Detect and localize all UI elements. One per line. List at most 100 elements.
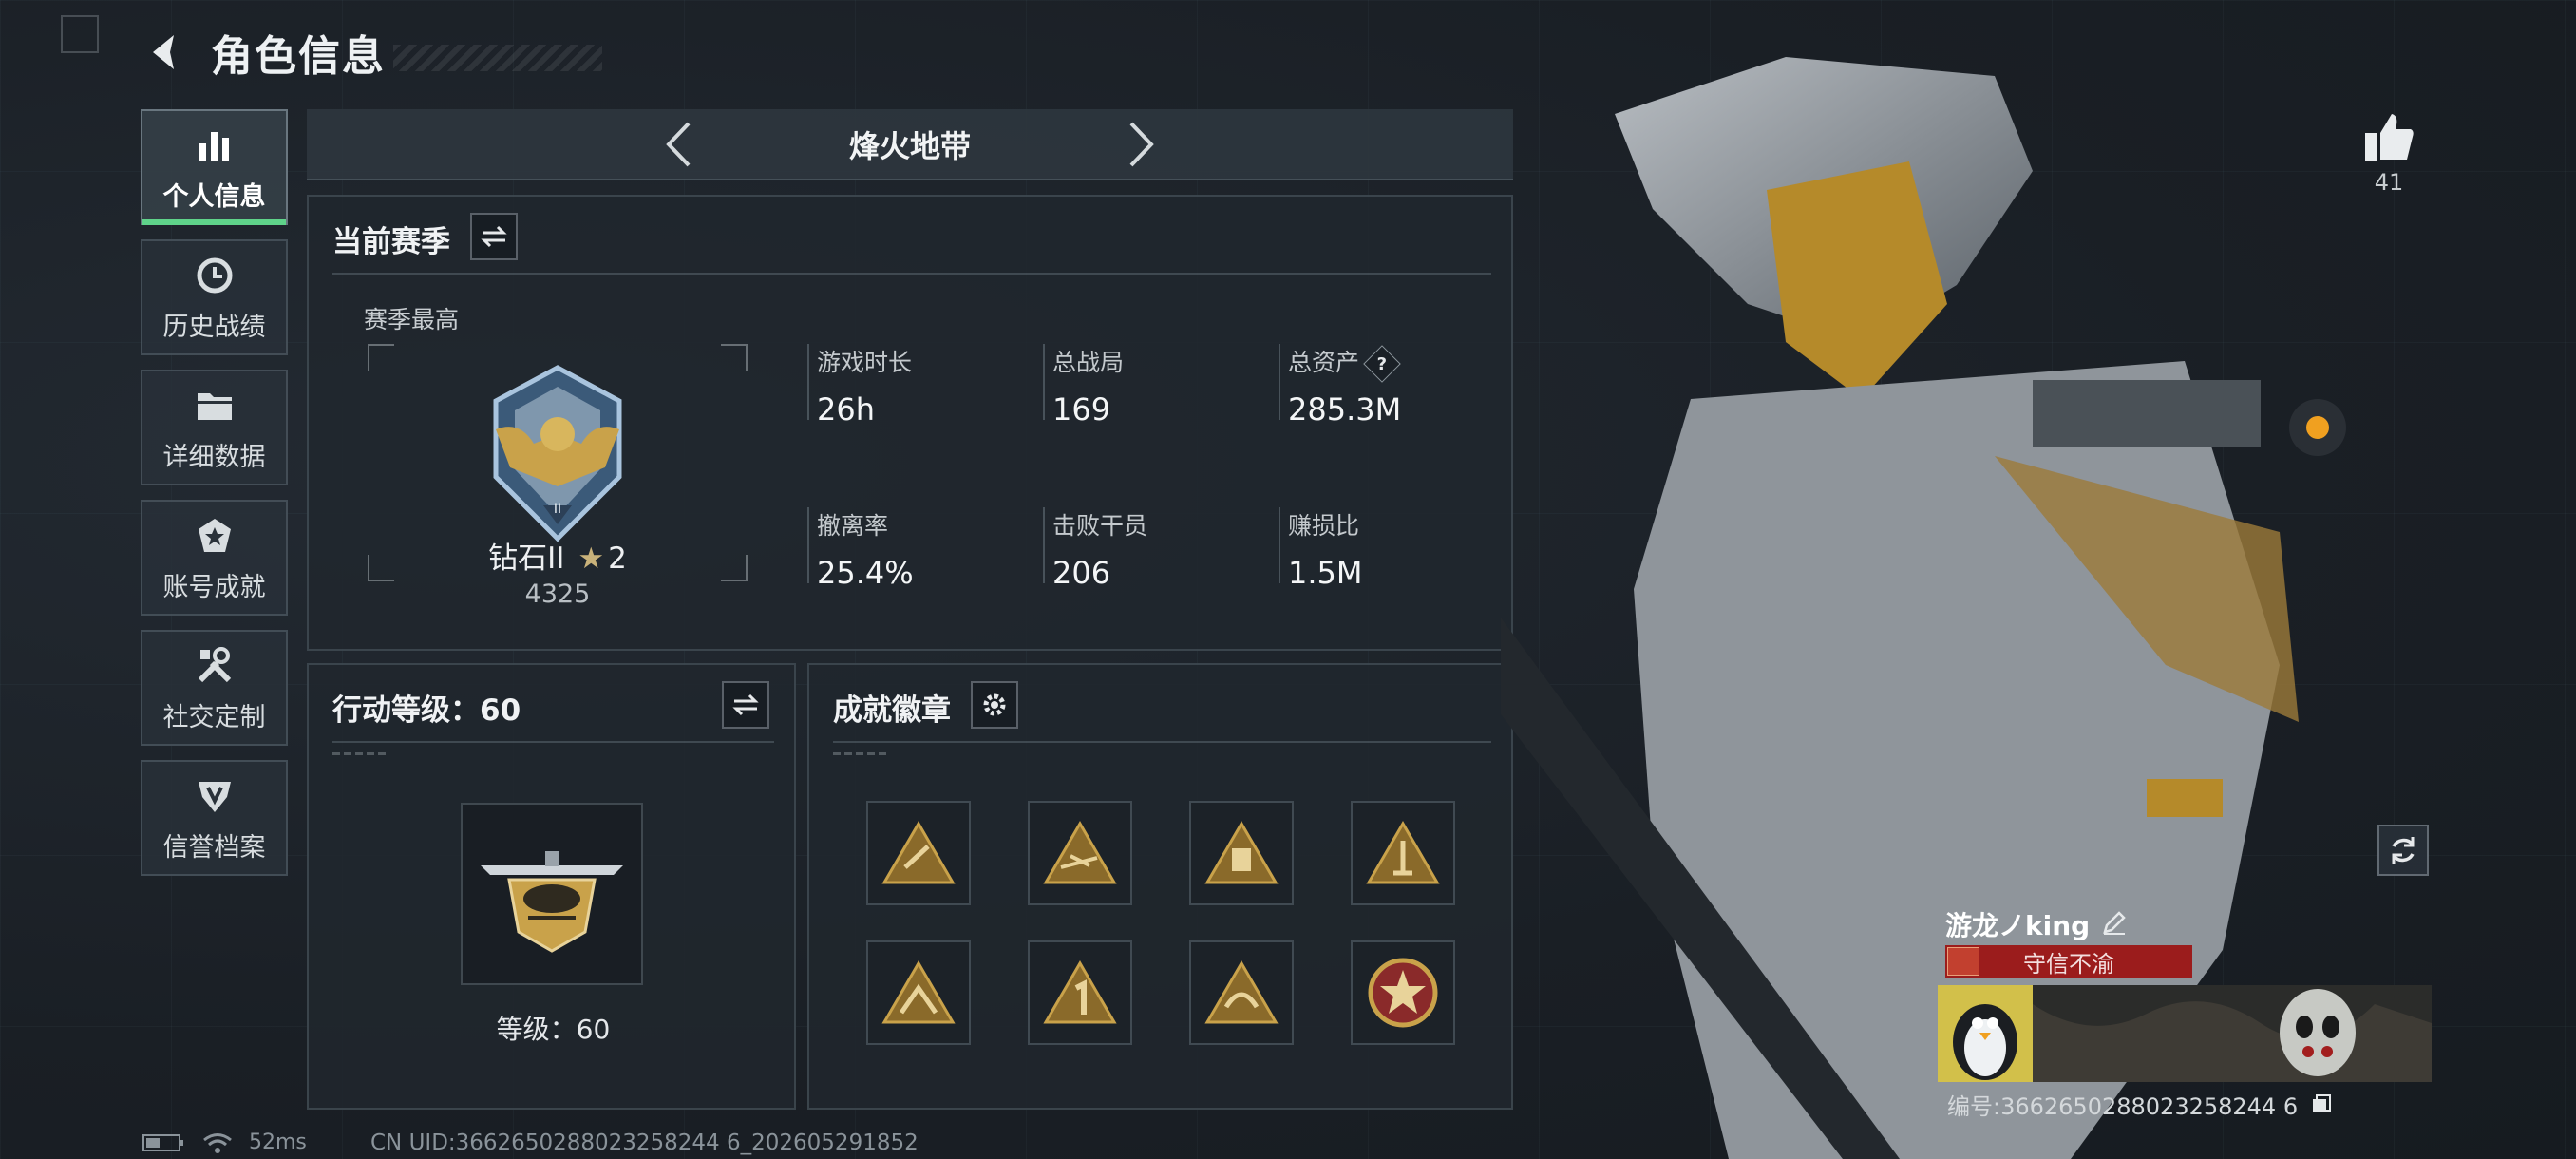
level-label: 等级：60 xyxy=(496,1014,611,1045)
copy-icon xyxy=(2312,1094,2331,1112)
stat-value: 285.3M xyxy=(1288,391,1402,428)
avatar-penguin-icon xyxy=(1938,985,2033,1082)
frame-corner xyxy=(368,344,394,370)
rank-stars: 2 xyxy=(608,542,627,576)
swap-arrows-icon xyxy=(732,694,759,716)
achievement-badge[interactable] xyxy=(1351,801,1455,905)
back-arrow-icon xyxy=(153,35,174,69)
folder-icon xyxy=(195,383,235,428)
sidebar: 个人信息 历史战绩 详细数据 账号成就 社交定制 信誉档案 xyxy=(141,109,288,890)
player-banner[interactable] xyxy=(1938,985,2432,1082)
achievement-badge[interactable] xyxy=(1028,801,1132,905)
thumbs-up-icon xyxy=(2365,114,2414,162)
stat-separator xyxy=(807,507,809,583)
sidebar-item-reputation[interactable]: 信誉档案 xyxy=(141,760,288,876)
wifi-icon xyxy=(203,1132,232,1153)
like-count: 41 xyxy=(2374,169,2404,196)
like-button[interactable] xyxy=(2356,104,2422,171)
player-id-text: 编号:3662650288023258244 6 xyxy=(1947,1093,2299,1120)
title-stripe-decoration xyxy=(393,45,602,71)
dash-decoration xyxy=(332,752,389,755)
star-medal-icon xyxy=(1368,958,1438,1028)
mode-prev-button[interactable] xyxy=(650,116,707,173)
achievement-badge[interactable] xyxy=(1189,940,1294,1045)
sidebar-item-details[interactable]: 详细数据 xyxy=(141,370,288,485)
stat-play-time: 游戏时长 26h xyxy=(807,344,913,428)
stat-value: 169 xyxy=(1052,391,1111,428)
tools-icon xyxy=(195,643,235,689)
help-icon[interactable]: ? xyxy=(1363,345,1401,383)
edit-name-button[interactable] xyxy=(2101,909,2128,940)
swap-arrows-icon xyxy=(481,225,507,248)
action-level-divider xyxy=(332,741,774,743)
mode-next-button[interactable] xyxy=(1113,116,1170,173)
season-panel: 当前赛季 赛季最高 II 钻石II ★ 2 4325 游戏时长 26h 总战局 1… xyxy=(307,195,1513,651)
achievement-badge[interactable] xyxy=(866,801,971,905)
rank-name-row: 钻石II ★ 2 xyxy=(368,534,748,577)
stat-separator xyxy=(1279,507,1280,583)
copy-id-button[interactable] xyxy=(2311,1093,2332,1120)
season-switch-button[interactable] xyxy=(470,213,518,260)
stat-label: 总资产? xyxy=(1288,344,1401,383)
stat-label: 总战局 xyxy=(1052,349,1125,376)
stat-separator xyxy=(1043,507,1045,583)
triangle-badge-icon xyxy=(1043,960,1117,1024)
triangle-badge-icon xyxy=(1366,821,1440,884)
achievement-badge[interactable] xyxy=(1028,940,1132,1045)
stat-extraction-rate: 撤离率 25.4% xyxy=(807,507,914,591)
svg-text:II: II xyxy=(554,502,561,517)
achievement-badge[interactable] xyxy=(1351,940,1455,1045)
achievements-title: 成就徽章 xyxy=(833,694,951,728)
stat-separator xyxy=(1043,344,1045,420)
bar-chart-icon xyxy=(196,123,234,168)
star-icon: ★ xyxy=(578,542,605,576)
pencil-icon xyxy=(2103,911,2126,935)
action-level-panel: 行动等级：60 等级：60 xyxy=(307,663,796,1110)
action-level-switch-button[interactable] xyxy=(722,681,769,729)
stat-profit-loss: 赚损比 1.5M xyxy=(1279,507,1363,591)
page-title: 角色信息 xyxy=(211,32,386,81)
stat-separator xyxy=(1279,344,1280,420)
diamond-rank-emblem-icon: II xyxy=(493,365,622,542)
sidebar-item-label: 历史战绩 xyxy=(162,312,266,342)
stat-label: 撤离率 xyxy=(817,512,889,540)
sidebar-item-social[interactable]: 社交定制 xyxy=(141,630,288,746)
achievement-star-icon xyxy=(195,513,235,559)
page-header: 角色信息 xyxy=(142,24,602,81)
sidebar-item-profile[interactable]: 个人信息 xyxy=(141,109,288,225)
sidebar-item-achievements[interactable]: 账号成就 xyxy=(141,500,288,616)
refresh-button[interactable] xyxy=(2377,825,2429,876)
back-button[interactable] xyxy=(142,28,190,76)
chevron-left-icon xyxy=(666,122,691,166)
banner-art-icon xyxy=(2033,985,2432,1082)
stat-value: 206 xyxy=(1052,555,1111,591)
triangle-badge-icon xyxy=(1204,821,1279,884)
rank-name: 钻石II xyxy=(488,542,565,576)
refresh-icon xyxy=(2392,837,2415,864)
status-bar: 52ms xyxy=(142,1130,307,1154)
achievements-divider xyxy=(833,741,1491,743)
season-divider xyxy=(332,273,1491,275)
achievement-badge[interactable] xyxy=(1189,801,1294,905)
gear-icon xyxy=(983,694,1006,716)
player-motto: 守信不渝 xyxy=(1945,945,2192,978)
triangle-badge-icon xyxy=(881,821,956,884)
achievement-badge[interactable] xyxy=(866,940,971,1045)
player-name-row: 游龙ノking xyxy=(1945,905,2128,943)
stat-total-assets: 总资产? 285.3M xyxy=(1279,344,1402,428)
shield-rank-icon xyxy=(195,773,235,819)
stat-label: 游戏时长 xyxy=(817,349,913,376)
achievements-settings-button[interactable] xyxy=(971,681,1018,729)
mode-name: 烽火地带 xyxy=(848,127,971,164)
stat-total-matches: 总战局 169 xyxy=(1043,344,1125,428)
sidebar-item-label: 社交定制 xyxy=(162,702,266,732)
stat-label-text: 总资产 xyxy=(1288,349,1360,376)
action-level-title: 行动等级：60 xyxy=(332,694,521,728)
sidebar-item-history[interactable]: 历史战绩 xyxy=(141,239,288,355)
player-card: 游龙ノking 守信不渝 编号:3662650288023258244 6 xyxy=(1938,898,2432,1120)
uid-text: CN UID:3662650288023258244 6_20260529185… xyxy=(370,1130,919,1155)
stat-kills: 击败干员 206 xyxy=(1043,507,1147,591)
triangle-badge-icon xyxy=(1204,960,1279,1024)
player-id: 编号:3662650288023258244 6 xyxy=(1947,1088,2332,1121)
stat-label: 赚损比 xyxy=(1288,512,1360,540)
